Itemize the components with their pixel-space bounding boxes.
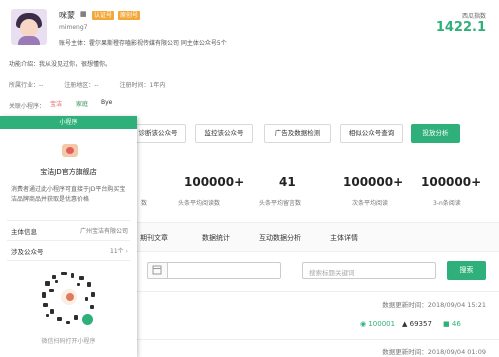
stat-second-reads: 100000+ (343, 175, 404, 189)
stat-headline-reads-label: 头条平均阅读数 (178, 200, 221, 207)
related-accounts-value[interactable]: 11个 › (110, 246, 128, 255)
ad-analysis-button[interactable]: 投放分析 (411, 124, 460, 143)
meta-founded: 注册时间：1年内 (119, 82, 166, 89)
tab-subject[interactable]: 主体详情 (330, 233, 358, 243)
similar-accounts-button[interactable]: 相似公众号查询 (340, 124, 403, 143)
ad-detect-button[interactable]: 广告及数据检测 (264, 124, 331, 143)
mini-program-logo-pg[interactable]: 宝洁 (50, 99, 62, 108)
meta-area: 注册地区：-- (64, 82, 99, 89)
qr-icon[interactable]: ▦ (80, 10, 87, 18)
wechat-mark-icon (82, 314, 93, 325)
popup-description: 消费者通过此小程序可直接于JD平台购买宝洁品牌商品并获取是优惠价格 (11, 186, 126, 203)
mini-program-logo-bye[interactable]: Bye (101, 99, 112, 106)
stat-second-reads-label: 次条平均阅读 (352, 200, 389, 207)
search-input[interactable]: 搜索标题关键词 (302, 262, 436, 279)
related-accounts-label[interactable]: 涉及公众号 (11, 246, 44, 256)
likes-value: 69357 (409, 320, 432, 328)
account-owner: 账号主体：霍尔果斯橙存嗑影视传媒有限公司 同主体公众号5个 (59, 40, 227, 47)
calendar-icon[interactable] (147, 262, 167, 279)
verified-badge: 认证号 (92, 11, 115, 20)
mini-program-logo-family[interactable]: 家庭 (76, 99, 88, 108)
original-badge: 原创号 (118, 11, 141, 20)
popup-header: 小程序 (0, 116, 137, 129)
stat-rest-reads-label: 3-n条阅读 (433, 200, 461, 207)
account-id: mimeng7 (59, 24, 88, 31)
diagnose-button[interactable]: 诊断该公众号 (130, 124, 186, 143)
meta-industry: 所属行业：-- (9, 82, 44, 89)
score-label: 西瓜指数 (461, 13, 486, 20)
stat-headline-comments: 41 (279, 175, 296, 189)
monitor-button[interactable]: 监控该公众号 (195, 124, 253, 143)
stat-rest-reads: 100000+ (421, 175, 482, 189)
update-time: 数据更新时间：2018/09/04 15:21 (382, 301, 486, 309)
avatar (11, 9, 47, 45)
tab-statistics[interactable]: 数据统计 (202, 233, 230, 243)
score-value: 1422.1 (435, 20, 486, 35)
mini-program-logo (62, 144, 78, 157)
likes-metric: ▲ 69357 (402, 320, 432, 328)
mini-program-label: 关联小程序： (9, 103, 46, 110)
account-detail-page: 咪蒙 ▦ 认证号 原创号 mimeng7 账号主体：霍尔果斯橙存嗑影视传媒有限公… (0, 0, 499, 357)
tab-articles[interactable]: 期刊文章 (140, 233, 168, 243)
subject-label: 主体信息 (11, 228, 37, 236)
reads-metric: ◉ 100001 (360, 320, 395, 328)
popup-title: 宝洁JD官方旗舰店 (40, 168, 97, 176)
comment-icon: ■ (443, 320, 450, 328)
stat-label-partial: 数 (141, 200, 148, 207)
reads-value: 100001 (368, 320, 396, 328)
eye-icon: ◉ (360, 320, 367, 328)
subject-value: 广州宝洁有限公司 (79, 228, 128, 235)
comments-metric: ■ 46 (443, 320, 461, 328)
search-button[interactable]: 搜索 (447, 261, 486, 280)
chevron-right-icon: › (125, 248, 128, 255)
comments-value: 46 (451, 320, 461, 328)
meta-row: 所属行业：-- 注册地区：-- 注册时间：1年内 (9, 80, 184, 89)
mini-program-code (37, 267, 99, 329)
scan-hint: 微信扫码打开小程序 (41, 338, 96, 345)
thumb-icon: ▲ (402, 320, 408, 328)
date-range-input[interactable] (167, 262, 281, 279)
stat-headline-reads: 100000+ (184, 175, 245, 189)
mini-program-code-logo (59, 287, 79, 307)
stat-headline-comments-label: 头条平均留言数 (259, 200, 302, 207)
update-time: 数据更新时间：2018/09/04 01:09 (382, 348, 486, 356)
account-intro: 功能介绍：我从没见过你，很想懂你。 (9, 61, 112, 68)
related-accounts-count: 11个 (110, 248, 124, 255)
tab-interaction[interactable]: 互动数据分析 (259, 233, 301, 243)
account-name: 咪蒙 (59, 11, 75, 20)
